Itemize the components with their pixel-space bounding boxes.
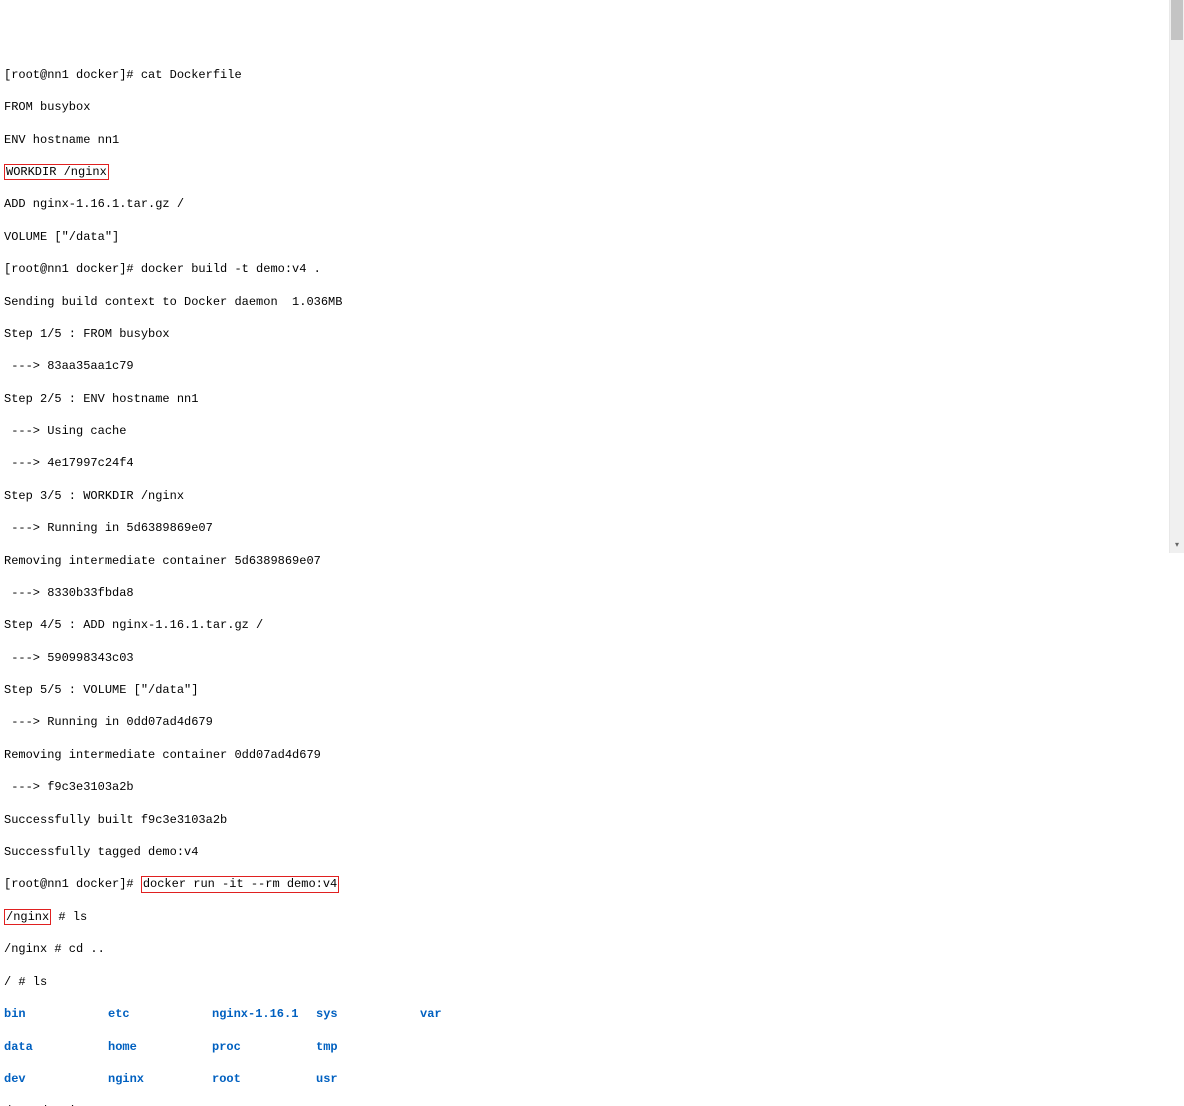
directory: etc (108, 1006, 212, 1022)
terminal-line: Successfully tagged demo:v4 (4, 844, 1180, 860)
directory: dev (4, 1071, 108, 1087)
terminal-line: Removing intermediate container 5d638986… (4, 553, 1180, 569)
terminal-line: Step 3/5 : WORKDIR /nginx (4, 488, 1180, 504)
terminal-line: ---> 4e17997c24f4 (4, 455, 1180, 471)
highlighted-run-command: docker run -it --rm demo:v4 (141, 876, 339, 892)
scroll-down-icon[interactable]: ▾ (1170, 539, 1184, 553)
terminal-line: ENV hostname nn1 (4, 132, 1180, 148)
terminal-line: Step 4/5 : ADD nginx-1.16.1.tar.gz / (4, 617, 1180, 633)
terminal-line: ---> Using cache (4, 423, 1180, 439)
terminal-line: ---> Running in 0dd07ad4d679 (4, 714, 1180, 730)
directory: nginx-1.16.1 (212, 1006, 316, 1022)
ls-output-row: datahomeproctmp (4, 1039, 1180, 1055)
prompt-text: [root@nn1 docker]# (4, 877, 141, 891)
terminal-line: /nginx # cd .. (4, 941, 1180, 957)
terminal-line: [root@nn1 docker]# docker run -it --rm d… (4, 876, 1180, 892)
terminal-line: / # cd nginx (4, 1103, 1180, 1106)
terminal-line: Step 1/5 : FROM busybox (4, 326, 1180, 342)
terminal-line: Step 5/5 : VOLUME ["/data"] (4, 682, 1180, 698)
ls-output-row: binetcnginx-1.16.1sysvar (4, 1006, 1180, 1022)
ls-output-row: devnginxrootusr (4, 1071, 1180, 1087)
terminal-line: FROM busybox (4, 99, 1180, 115)
terminal-line: ---> 8330b33fbda8 (4, 585, 1180, 601)
terminal-line: WORKDIR /nginx (4, 164, 1180, 180)
vertical-scrollbar[interactable]: ▴ ▾ (1169, 0, 1184, 553)
directory: root (212, 1071, 316, 1087)
highlighted-nginx-prompt: /nginx (4, 909, 51, 925)
terminal-line: ---> 590998343c03 (4, 650, 1180, 666)
terminal-line: Removing intermediate container 0dd07ad4… (4, 747, 1180, 763)
directory: nginx (108, 1071, 212, 1087)
terminal-line: [root@nn1 docker]# docker build -t demo:… (4, 261, 1180, 277)
terminal-line: /nginx # ls (4, 909, 1180, 925)
directory: sys (316, 1006, 420, 1022)
highlighted-workdir: WORKDIR /nginx (4, 164, 109, 180)
terminal-line: Step 2/5 : ENV hostname nn1 (4, 391, 1180, 407)
prompt-suffix: # ls (51, 910, 87, 924)
directory: home (108, 1039, 212, 1055)
terminal-line: [root@nn1 docker]# cat Dockerfile (4, 67, 1180, 83)
terminal-line: Successfully built f9c3e3103a2b (4, 812, 1180, 828)
terminal-line: ADD nginx-1.16.1.tar.gz / (4, 196, 1180, 212)
terminal-line: ---> Running in 5d6389869e07 (4, 520, 1180, 536)
directory: tmp (316, 1039, 420, 1055)
terminal-line: ---> f9c3e3103a2b (4, 779, 1180, 795)
directory: usr (316, 1071, 420, 1087)
terminal-line: Sending build context to Docker daemon 1… (4, 294, 1180, 310)
directory: proc (212, 1039, 316, 1055)
terminal-line: VOLUME ["/data"] (4, 229, 1180, 245)
terminal-line: / # ls (4, 974, 1180, 990)
terminal-line: ---> 83aa35aa1c79 (4, 358, 1180, 374)
directory: var (420, 1006, 524, 1022)
directory: bin (4, 1006, 108, 1022)
scrollbar-thumb[interactable] (1171, 0, 1183, 40)
directory: data (4, 1039, 108, 1055)
